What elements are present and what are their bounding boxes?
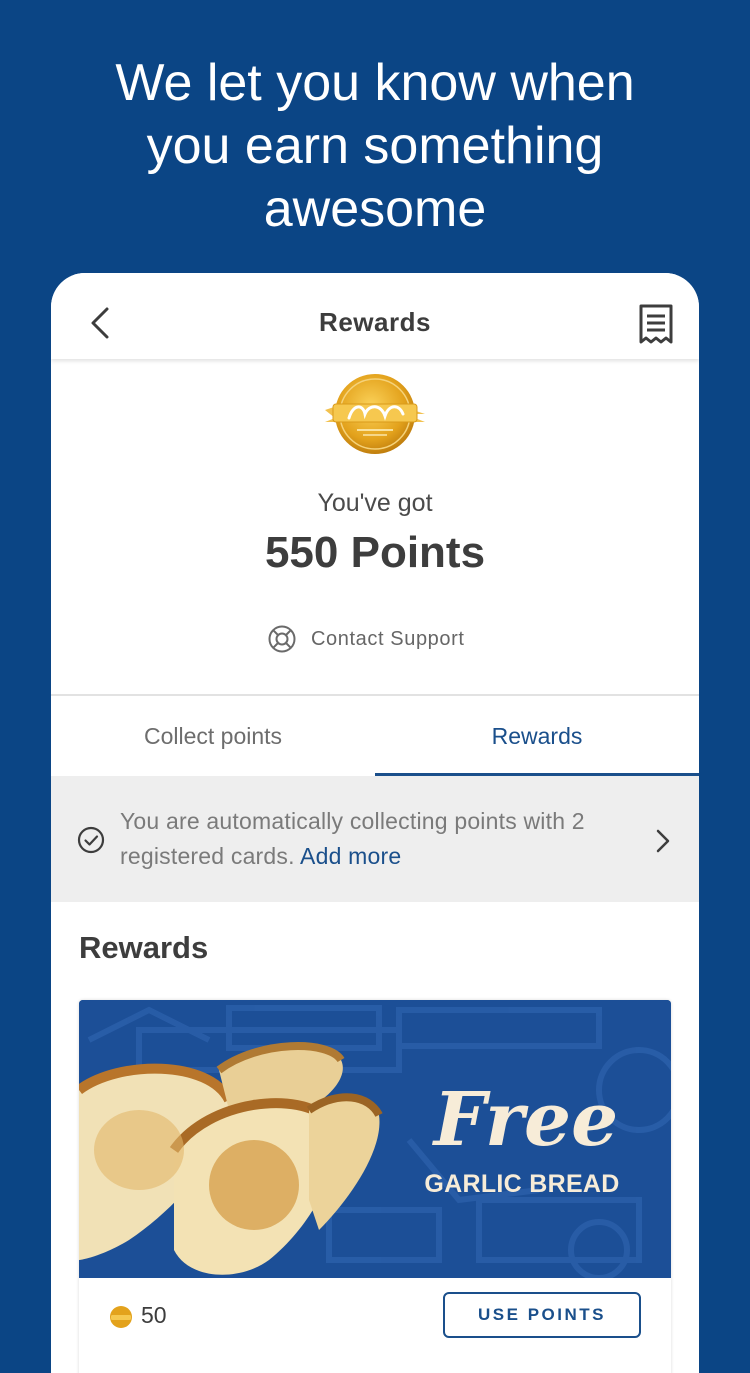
tab-bar: Collect points Rewards [51,696,699,776]
points-balance: 550 Points [264,528,486,577]
rewards-section-title: Rewards [79,930,209,965]
headline: We let you know when you earn something … [0,52,750,241]
banner-message: You are automatically collecting points … [120,804,600,874]
headline-line-1: We let you know when [115,54,635,112]
auto-collect-banner[interactable]: You are automatically collecting points … [51,776,699,902]
reward-card[interactable]: Free GARLIC BREAD 50 USE POINTS [79,1000,671,1373]
headline-line-3: awesome [263,180,487,238]
reward-cost: 50 [141,1302,167,1328]
navbar: Rewards [51,273,699,359]
phone-screen: Rewards You've got 550 Points Contact Su… [51,273,699,1373]
contact-support-label: Contact Support [311,627,465,650]
use-points-button[interactable]: USE POINTS [443,1292,641,1338]
reward-image: Free GARLIC BREAD [79,1000,671,1278]
receipt-icon[interactable] [637,303,675,345]
chevron-right-icon [656,829,670,853]
check-circle-icon [77,826,105,854]
tab-rewards[interactable]: Rewards [375,696,699,776]
buddys-logo [325,374,425,454]
lifebuoy-icon [268,625,296,653]
tab-collect-points[interactable]: Collect points [51,696,375,776]
contact-support-link[interactable]: Contact Support [267,624,465,654]
balance-label: You've got [317,489,433,517]
points-coin-icon [110,1306,132,1328]
headline-line-2: you earn something [146,117,604,175]
promo-item: GARLIC BREAD [424,1170,620,1198]
page-title: Rewards [319,307,431,337]
promo-free: Free [433,1077,619,1163]
add-more-link[interactable]: Add more [300,843,401,869]
reward-card-footer: 50 USE POINTS [79,1278,671,1373]
